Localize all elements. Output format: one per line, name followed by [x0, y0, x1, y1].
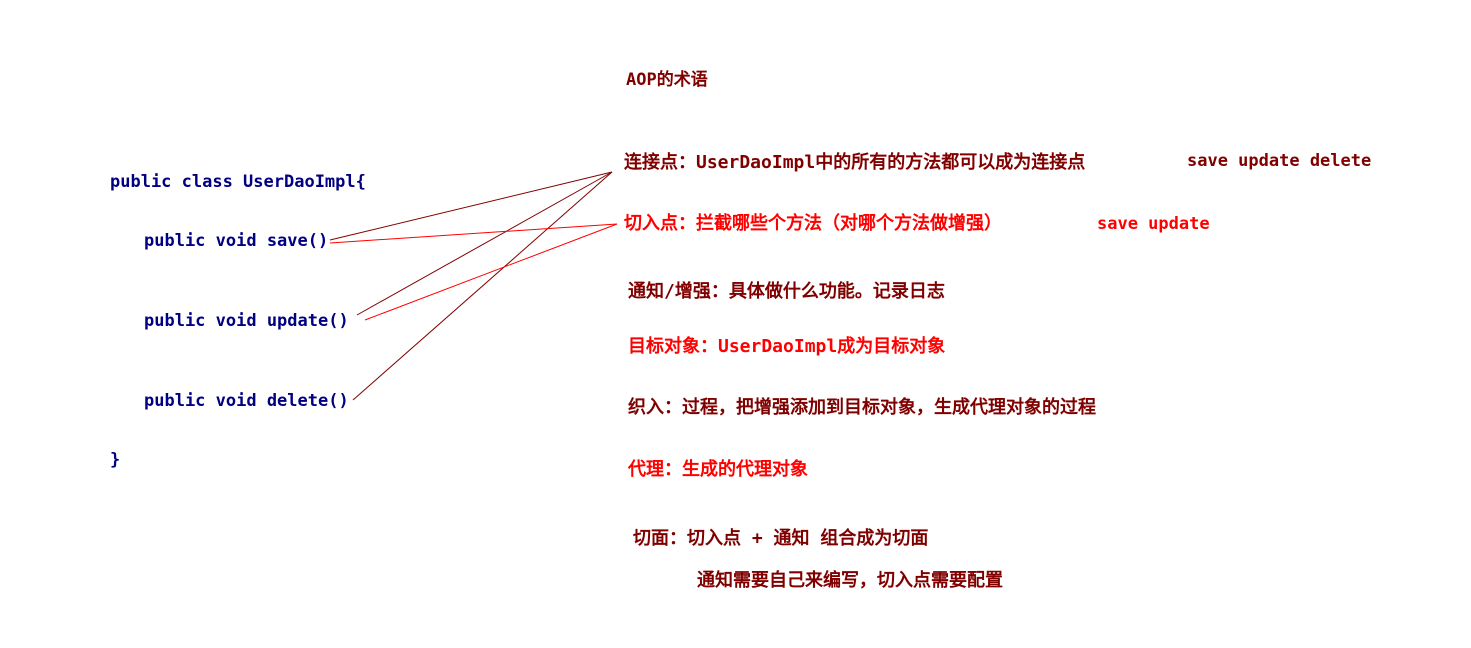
code-method-update: public void update() [144, 311, 349, 331]
term-aspect-note: 通知需要自己来编写，切入点需要配置 [697, 570, 1003, 591]
term-pointcut-example: save update [1097, 214, 1210, 234]
term-weaving: 织入：过程，把增强添加到目标对象，生成代理对象的过程 [628, 397, 1096, 418]
code-class-close: } [110, 450, 121, 470]
join-point-line-delete [352, 171, 613, 401]
term-target: 目标对象：UserDaoImpl成为目标对象 [628, 336, 946, 357]
term-pointcut: 切入点：拦截哪些个方法（对哪个方法做增强） [624, 213, 1002, 234]
page-title: AOP的术语 [626, 70, 708, 90]
join-point-line-save [329, 171, 613, 241]
term-proxy: 代理：生成的代理对象 [628, 459, 808, 480]
term-join-point-example: save update delete [1187, 151, 1372, 171]
aop-terms-diagram: AOP的术语 public class UserDaoImpl{ public … [0, 0, 1471, 648]
code-method-delete: public void delete() [144, 391, 349, 411]
term-join-point: 连接点：UserDaoImpl中的所有的方法都可以成为连接点 [624, 152, 1086, 173]
code-class-declaration: public class UserDaoImpl{ [110, 172, 366, 192]
join-point-line-update [356, 171, 613, 316]
term-aspect: 切面：切入点 + 通知 组合成为切面 [633, 528, 929, 549]
term-advice: 通知/增强：具体做什么功能。记录日志 [628, 281, 945, 302]
code-method-save: public void save() [144, 231, 329, 251]
